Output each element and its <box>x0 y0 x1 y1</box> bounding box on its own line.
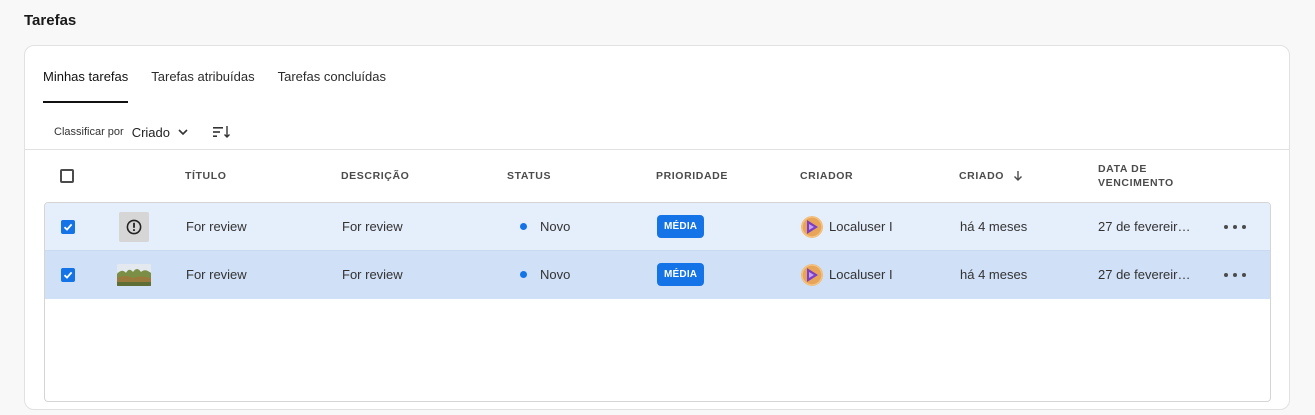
creator-name: Localuser I <box>829 219 893 234</box>
sort-descending-icon[interactable] <box>212 124 232 140</box>
checkmark-icon <box>63 223 73 231</box>
status-text: Novo <box>540 267 571 282</box>
more-icon[interactable] <box>1224 270 1246 280</box>
page-title: Tarefas <box>24 12 77 29</box>
row-status: Novo <box>520 251 570 298</box>
tab-completed-tasks[interactable]: Tarefas concluídas <box>278 68 386 103</box>
column-created: CRIADO <box>959 170 1005 182</box>
row-checkbox[interactable] <box>61 219 75 234</box>
avatar <box>801 215 823 238</box>
column-due-line1: DATA DE <box>1098 163 1147 175</box>
more-icon[interactable] <box>1224 222 1246 232</box>
row-checkbox[interactable] <box>61 267 75 282</box>
row-priority: MÉDIA <box>657 251 705 298</box>
row-description: For review <box>342 219 403 234</box>
select-all-cell <box>60 150 74 202</box>
sort-dropdown[interactable]: Criado <box>132 125 170 140</box>
row-more-actions[interactable] <box>1224 251 1246 298</box>
tab-assigned-tasks[interactable]: Tarefas atribuídas <box>151 68 254 103</box>
sort-label: Classificar por <box>54 126 124 138</box>
row-due-date: 27 de fevereir… <box>1098 219 1191 234</box>
row-more-actions[interactable] <box>1224 203 1246 250</box>
column-due-line2: VENCIMENTO <box>1098 177 1174 189</box>
row-description: For review <box>342 267 403 282</box>
priority-badge: MÉDIA <box>657 263 705 286</box>
row-title[interactable]: For review <box>186 203 247 250</box>
row-created: há 4 meses <box>960 219 1028 234</box>
table-header: TÍTULO DESCRIÇÃO STATUS PRIORIDADE CRIAD… <box>44 150 1271 202</box>
table-row[interactable]: For review For review Novo MÉDIA Localus… <box>45 203 1270 251</box>
column-status[interactable]: STATUS <box>507 150 551 202</box>
table-row[interactable]: For review For review Novo MÉDIA Localus… <box>45 251 1270 299</box>
column-created-cell[interactable]: CRIADO <box>959 150 1023 202</box>
checkmark-icon <box>63 271 73 279</box>
status-dot-icon <box>520 271 527 278</box>
select-all-checkbox[interactable] <box>60 169 74 183</box>
sort-control: Classificar por Criado <box>54 122 232 142</box>
row-thumbnail <box>117 251 151 298</box>
row-title[interactable]: For review <box>186 251 247 298</box>
status-dot-icon <box>520 223 527 230</box>
priority-badge: MÉDIA <box>657 215 705 238</box>
creator-name: Localuser I <box>829 267 893 282</box>
tab-my-tasks[interactable]: Minhas tarefas <box>43 68 129 103</box>
row-status: Novo <box>520 203 570 250</box>
avatar <box>801 263 823 286</box>
table-body: For review For review Novo MÉDIA Localus… <box>44 202 1271 402</box>
row-creator: Localuser I <box>801 251 893 298</box>
row-select <box>61 203 75 250</box>
column-title[interactable]: TÍTULO <box>185 150 227 202</box>
row-select <box>61 251 75 298</box>
column-due-date[interactable]: DATA DE VENCIMENTO <box>1098 150 1174 202</box>
status-text: Novo <box>540 219 571 234</box>
column-description[interactable]: DESCRIÇÃO <box>341 150 409 202</box>
row-created: há 4 meses <box>960 267 1028 282</box>
chevron-down-icon[interactable] <box>177 126 189 138</box>
row-creator: Localuser I <box>801 203 893 250</box>
column-creator[interactable]: CRIADOR <box>800 150 853 202</box>
tasks-panel: Minhas tarefas Tarefas atribuídas Tarefa… <box>24 45 1290 410</box>
tabs: Minhas tarefas Tarefas atribuídas Tarefa… <box>43 68 386 104</box>
column-priority[interactable]: PRIORIDADE <box>656 150 728 202</box>
row-priority: MÉDIA <box>657 203 705 250</box>
alert-icon <box>119 211 149 242</box>
row-thumbnail <box>119 203 149 250</box>
photo-thumbnail <box>117 263 151 286</box>
row-due-date: 27 de fevereir… <box>1098 267 1191 282</box>
arrow-down-icon <box>1013 170 1023 182</box>
